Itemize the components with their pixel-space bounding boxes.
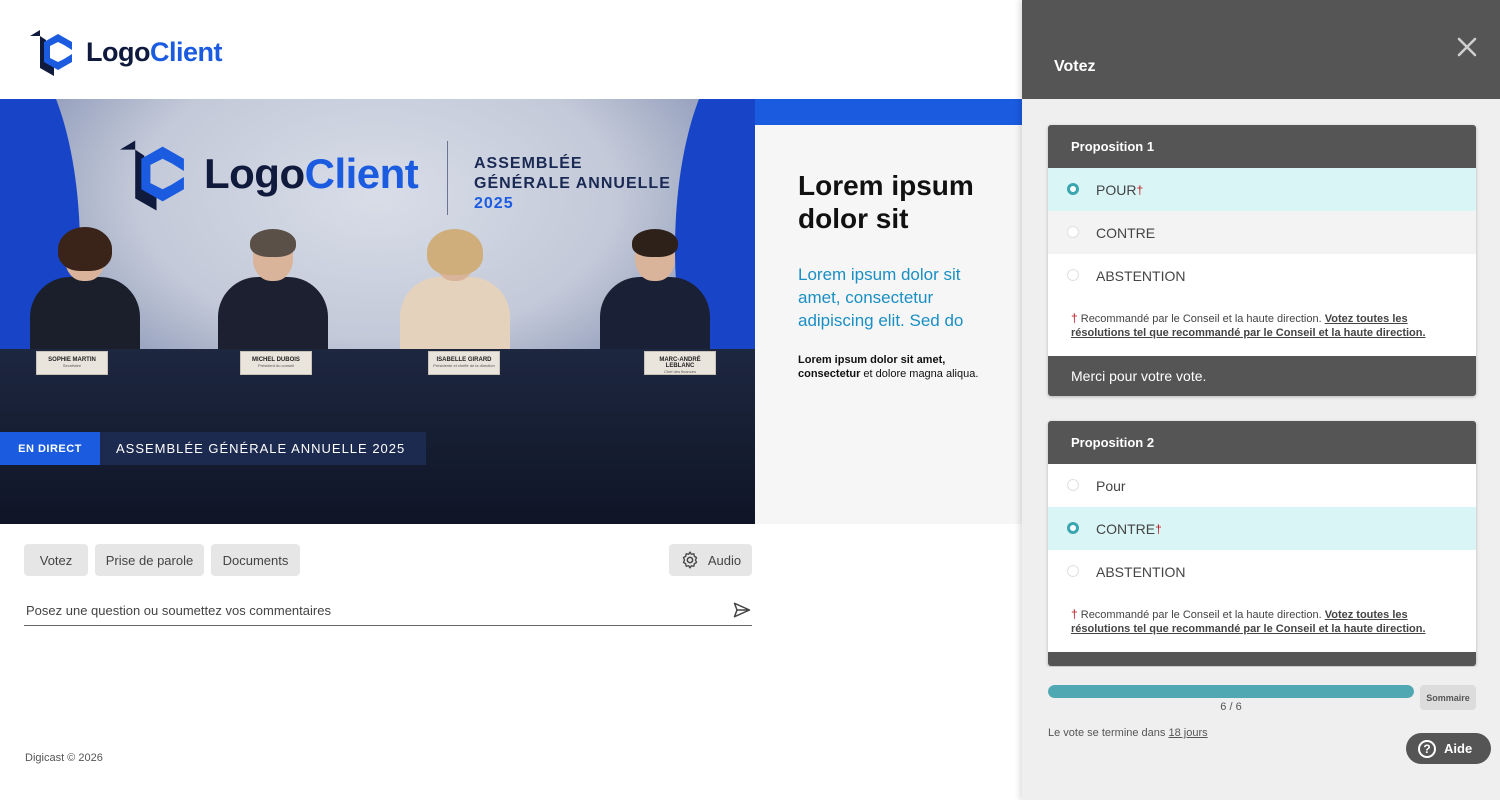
slide-body: Lorem ipsum dolor sit amet, consectetur … (798, 354, 979, 380)
vote-progress-count: 6 / 6 (1220, 701, 1242, 713)
speaker-3 (400, 229, 510, 349)
vote-option-pour[interactable]: POUR † (1048, 168, 1476, 211)
stage-title: ASSEMBLÉE GÉNÉRALE ANNUELLE 2025 (474, 155, 671, 212)
stage-logo: LogoClient (120, 137, 419, 211)
nameplate: MARC-ANDRÉ LEBLANC Chef des finances (644, 351, 716, 375)
stage-logo-icon (120, 140, 184, 211)
speaker-1 (30, 227, 140, 349)
vote-option-abstention[interactable]: ABSTENTION (1048, 254, 1476, 297)
send-icon[interactable] (732, 600, 752, 620)
dagger-icon: † (1071, 607, 1078, 621)
radio-icon (1067, 565, 1079, 577)
proposal-title: Proposition 1 (1048, 125, 1476, 168)
speaker-2 (218, 229, 328, 349)
radio-icon (1067, 479, 1079, 491)
vote-panel: Votez Proposition 1 POUR † CONTRE ABSTENT… (1022, 0, 1500, 800)
card-footer (1048, 652, 1476, 666)
progress-fill (1048, 685, 1414, 698)
audio-label: Audio (707, 552, 742, 568)
vote-option-abstention[interactable]: ABSTENTION (1048, 550, 1476, 593)
gear-icon (682, 551, 698, 569)
vote-deadline: Le vote se termine dans 18 jours (1048, 727, 1208, 739)
vote-panel-title: Votez (1054, 58, 1096, 75)
recommendation-note: † Recommandé par le Conseil et la haute … (1071, 607, 1426, 635)
player-controls: Votez Prise de parole Documents Audio (24, 544, 752, 576)
nameplate: ISABELLE GIRARD Présidente et cheffe de l… (428, 351, 500, 375)
question-input[interactable] (26, 598, 716, 622)
help-label: Aide (1444, 741, 1473, 756)
proposal-card: Proposition 2 Pour CONTRE † ABSTENTION † … (1048, 421, 1476, 666)
radio-selected-icon (1067, 183, 1079, 195)
client-logo: LogoClient (30, 28, 223, 76)
slide-subtitle: Lorem ipsum dolor sit amet, consectetur … (798, 265, 964, 330)
proposal-card: Proposition 1 POUR † CONTRE ABSTENTION † … (1048, 125, 1476, 396)
help-icon: ? (1418, 739, 1436, 758)
close-icon[interactable] (1456, 36, 1478, 58)
votez-button[interactable]: Votez (24, 544, 88, 576)
help-button[interactable]: ? Aide (1406, 733, 1491, 764)
audio-button[interactable]: Audio (669, 544, 752, 576)
live-badge: EN DIRECT (0, 432, 100, 465)
proposal-title: Proposition 2 (1048, 421, 1476, 464)
video-player[interactable]: LogoClient ASSEMBLÉE GÉNÉRALE ANNUELLE 2… (0, 99, 755, 524)
vote-progress-bar (1048, 685, 1414, 698)
nameplate: SOPHIE MARTIN Secrétaire (36, 351, 108, 375)
slide-accent-bar (755, 99, 1022, 125)
vote-option-contre[interactable]: CONTRE (1048, 211, 1476, 254)
question-field (24, 596, 752, 626)
copyright: Digicast © 2026 (25, 752, 103, 764)
radio-icon (1067, 269, 1079, 281)
presentation-slide: Lorem ipsum dolor sit Lorem ipsum dolor … (755, 99, 1022, 524)
slide-title: Lorem ipsum dolor sit (798, 170, 974, 234)
dagger-icon: † (1071, 311, 1078, 325)
lower-third: EN DIRECT ASSEMBLÉE GÉNÉRALE ANNUELLE 20… (0, 432, 427, 465)
vote-option-pour[interactable]: Pour (1048, 464, 1476, 507)
vote-panel-header: Votez (1022, 0, 1500, 99)
lower-third-title: ASSEMBLÉE GÉNÉRALE ANNUELLE 2025 (100, 432, 427, 465)
logo-mark-icon (30, 30, 72, 76)
recommendation-note: † Recommandé par le Conseil et la haute … (1071, 311, 1426, 339)
nameplate: MICHEL DUBOIS Président du conseil (240, 351, 312, 375)
deadline-link[interactable]: 18 jours (1168, 727, 1207, 739)
radio-icon (1067, 226, 1079, 238)
vote-confirmation: Merci pour votre vote. (1048, 356, 1476, 396)
logo-text: LogoClient (86, 36, 223, 67)
radio-selected-icon (1067, 522, 1079, 534)
prise-de-parole-button[interactable]: Prise de parole (95, 544, 204, 576)
vote-option-contre[interactable]: CONTRE † (1048, 507, 1476, 550)
proposals-list[interactable]: Proposition 1 POUR † CONTRE ABSTENTION † … (1022, 99, 1500, 667)
summary-button[interactable]: Sommaire (1420, 685, 1476, 710)
documents-button[interactable]: Documents (211, 544, 300, 576)
speaker-4 (600, 229, 710, 349)
